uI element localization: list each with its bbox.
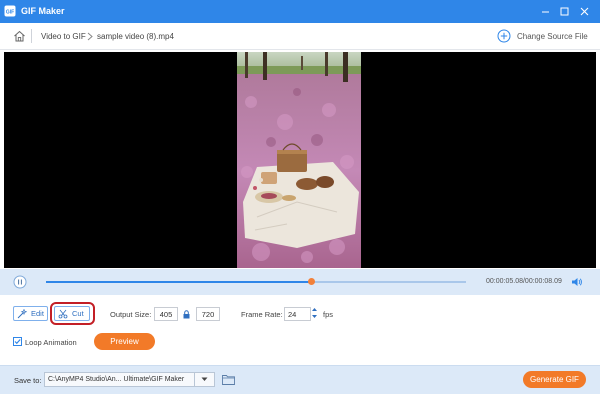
add-circle-icon	[497, 29, 511, 43]
change-source-file-label: Change Source File	[517, 32, 588, 41]
loop-animation-label: Loop Animation	[25, 338, 77, 347]
edit-label: Edit	[31, 309, 44, 318]
window-title: GIF Maker	[21, 6, 65, 16]
breadcrumb-video-to-gif[interactable]: Video to GIF	[41, 32, 86, 41]
caret-down-icon	[201, 377, 208, 381]
progress-handle[interactable]	[307, 278, 315, 285]
checkmark-icon	[14, 339, 21, 345]
magic-wand-icon	[17, 308, 27, 318]
cut-button[interactable]: Cut	[54, 306, 90, 321]
home-icon[interactable]	[13, 30, 26, 42]
preview-button[interactable]: Preview	[94, 333, 155, 350]
minimize-icon	[541, 11, 549, 12]
minimize-button[interactable]	[538, 4, 552, 18]
loop-animation-checkbox[interactable]	[13, 337, 22, 346]
change-source-file-button[interactable]: Change Source File	[497, 28, 593, 45]
lock-icon[interactable]	[183, 310, 190, 319]
output-size-label: Output Size:	[110, 310, 152, 319]
video-frame-image	[237, 52, 361, 268]
fps-label: fps	[323, 310, 334, 319]
breadcrumb-file-name: sample video (8).mp4	[97, 32, 174, 41]
time-display: 00:00:05.08/00:00:08.09	[486, 278, 562, 285]
title-bar: GIF GIF Maker	[0, 0, 600, 23]
maximize-icon	[560, 7, 568, 15]
edit-button[interactable]: Edit	[13, 306, 48, 321]
pause-button[interactable]	[13, 275, 27, 289]
volume-icon[interactable]	[571, 276, 583, 288]
gif-settings-panel: Edit Cut Output Size: 405 720 Frame Rate…	[0, 295, 600, 365]
progress-track[interactable]	[46, 278, 466, 285]
svg-text:GIF: GIF	[6, 10, 14, 16]
generate-gif-button[interactable]: Generate GIF	[523, 371, 586, 388]
cut-label: Cut	[72, 309, 84, 318]
save-to-label: Save to:	[14, 376, 42, 385]
frame-rate-stepper-icon[interactable]	[311, 306, 318, 320]
gif-maker-icon: GIF	[4, 5, 16, 17]
output-width-field[interactable]: 405	[154, 307, 178, 321]
frame-rate-label: Frame Rate:	[241, 310, 283, 319]
progress-fill	[46, 281, 311, 283]
open-folder-icon[interactable]	[222, 374, 235, 385]
close-button[interactable]	[577, 4, 591, 18]
frame-rate-field[interactable]: 24	[284, 307, 311, 321]
save-path-dropdown[interactable]	[195, 372, 215, 387]
chevron-right-icon	[87, 32, 93, 41]
maximize-button[interactable]	[557, 4, 571, 18]
footer-bar: Save to: C:\AnyMP4 Studio\An... Ultimate…	[0, 365, 600, 394]
close-icon	[580, 7, 588, 15]
output-height-field[interactable]: 720	[196, 307, 220, 321]
breadcrumb-divider	[31, 29, 32, 43]
breadcrumb: Video to GIF sample video (8).mp4 Change…	[0, 23, 600, 50]
video-preview	[4, 52, 596, 268]
playback-bar: 00:00:05.08/00:00:08.09	[0, 269, 600, 295]
scissors-icon	[58, 309, 68, 318]
save-path-field[interactable]: C:\AnyMP4 Studio\An... Ultimate\GIF Make…	[44, 372, 195, 387]
